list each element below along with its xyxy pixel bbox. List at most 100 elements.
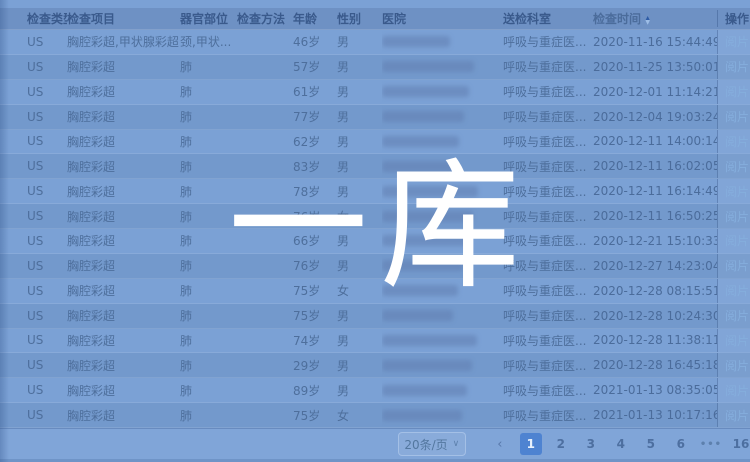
view-film-link[interactable]: 阅片 [725,257,749,274]
cell-organ: 肺 [180,154,237,178]
view-film-link[interactable]: 阅片 [725,407,749,424]
column-header-time[interactable]: 检查时间▲▼ [593,10,717,27]
view-film-link[interactable]: 阅片 [725,83,749,100]
pager-page-2[interactable]: 2 [550,433,572,455]
cell-type: US [27,378,67,402]
sort-caret-icon[interactable]: ▲▼ [645,16,650,24]
cell-age: 76岁 [293,254,337,278]
table-row: US胸腔彩超肺61岁男呼吸与重症医...2020-12-01 11:14:21阅… [0,80,750,105]
view-film-link[interactable]: 阅片 [725,307,749,324]
column-label: 操作 [725,12,749,26]
cell-method [237,80,293,104]
cell-gender: 男 [337,154,382,178]
cell-dept: 呼吸与重症医... [503,105,593,129]
column-label: 性别 [337,12,361,26]
pager-page-4[interactable]: 4 [610,433,632,455]
cell-dept: 呼吸与重症医... [503,329,593,353]
pager-more-button[interactable]: ••• [700,433,722,455]
cell-gender: 女 [337,279,382,303]
view-film-link[interactable]: 阅片 [725,232,749,249]
cell-dept: 呼吸与重症医... [503,378,593,402]
cell-item: 胸腔彩超,甲状腺彩超 [67,30,180,54]
view-film-link[interactable]: 阅片 [725,58,749,75]
cell-time: 2020-12-11 16:50:25 [593,204,717,228]
cell-item: 胸腔彩超 [67,204,180,228]
cell-time: 2020-12-11 16:14:49 [593,179,717,203]
cell-gender: 男 [337,80,382,104]
cell-organ: 肺 [180,353,237,377]
cell-dept: 呼吸与重症医... [503,229,593,253]
pager-page-1[interactable]: 1 [520,433,542,455]
cell-item: 胸腔彩超 [67,279,180,303]
view-film-link[interactable]: 阅片 [725,158,749,175]
hospital-censored-blur [382,360,472,371]
view-film-link[interactable]: 阅片 [725,183,749,200]
cell-action: 阅片 [717,130,750,154]
cell-age: 76岁 [293,204,337,228]
cell-item: 胸腔彩超 [67,329,180,353]
cell-method [237,55,293,79]
cell-type: US [27,329,67,353]
cell-organ: 肺 [180,403,237,427]
view-film-link[interactable]: 阅片 [725,133,749,150]
cell-dept: 呼吸与重症医... [503,204,593,228]
pager-page-16[interactable]: 16 [730,433,750,455]
cell-age: 29岁 [293,353,337,377]
cell-type: US [27,105,67,129]
cell-item: 胸腔彩超 [67,254,180,278]
pager-page-5[interactable]: 5 [640,433,662,455]
hospital-censored-blur [382,136,459,147]
cell-action: 阅片 [717,353,750,377]
cell-method [237,154,293,178]
cell-organ: 肺 [180,279,237,303]
cell-gender: 男 [337,30,382,54]
cell-age: 74岁 [293,329,337,353]
cell-item: 胸腔彩超 [67,229,180,253]
cell-hospital [382,80,503,104]
cell-age: 46岁 [293,30,337,54]
cell-type: US [27,179,67,203]
view-film-link[interactable]: 阅片 [725,33,749,50]
cell-item: 胸腔彩超 [67,80,180,104]
cell-gender: 男 [337,229,382,253]
view-film-link[interactable]: 阅片 [725,108,749,125]
pager-prev-button[interactable]: ‹ [492,437,508,452]
column-header-item: 检查项目 [67,10,180,27]
top-strip [0,0,750,8]
cell-hospital [382,204,503,228]
cell-hospital [382,229,503,253]
page-size-select[interactable]: 20条/页 ∨ [398,432,466,456]
table-row: US胸腔彩超肺75岁女呼吸与重症医...2021-01-13 10:17:16阅… [0,403,750,428]
view-film-link[interactable]: 阅片 [725,332,749,349]
cell-hospital [382,179,503,203]
cell-age: 78岁 [293,179,337,203]
pager-page-6[interactable]: 6 [670,433,692,455]
view-film-link[interactable]: 阅片 [725,357,749,374]
cell-dept: 呼吸与重症医... [503,55,593,79]
table-row: US胸腔彩超肺74岁男呼吸与重症医...2020-12-28 11:38:11阅… [0,329,750,354]
view-film-link[interactable]: 阅片 [725,208,749,225]
view-film-link[interactable]: 阅片 [725,282,749,299]
table-row: US胸腔彩超肺78岁男呼吸与重症医...2020-12-11 16:14:49阅… [0,179,750,204]
cell-action: 阅片 [717,80,750,104]
cell-hospital [382,403,503,427]
cell-hospital [382,279,503,303]
cell-dept: 呼吸与重症医... [503,353,593,377]
cell-organ: 肺 [180,254,237,278]
cell-method [237,378,293,402]
pager-page-3[interactable]: 3 [580,433,602,455]
column-header-method: 检查方法 [237,10,293,27]
cell-time: 2020-12-28 10:24:30 [593,304,717,328]
table-row: US胸腔彩超肺75岁女呼吸与重症医...2020-12-28 08:15:51阅… [0,279,750,304]
cell-organ: 肺 [180,80,237,104]
cell-dept: 呼吸与重症医... [503,30,593,54]
cell-dept: 呼吸与重症医... [503,403,593,427]
cell-time: 2020-12-28 11:38:11 [593,329,717,353]
view-film-link[interactable]: 阅片 [725,382,749,399]
column-header-hospital: 医院 [382,10,503,27]
cell-method [237,130,293,154]
cell-dept: 呼吸与重症医... [503,80,593,104]
cell-age: 75岁 [293,279,337,303]
cell-method [237,179,293,203]
cell-gender: 男 [337,329,382,353]
